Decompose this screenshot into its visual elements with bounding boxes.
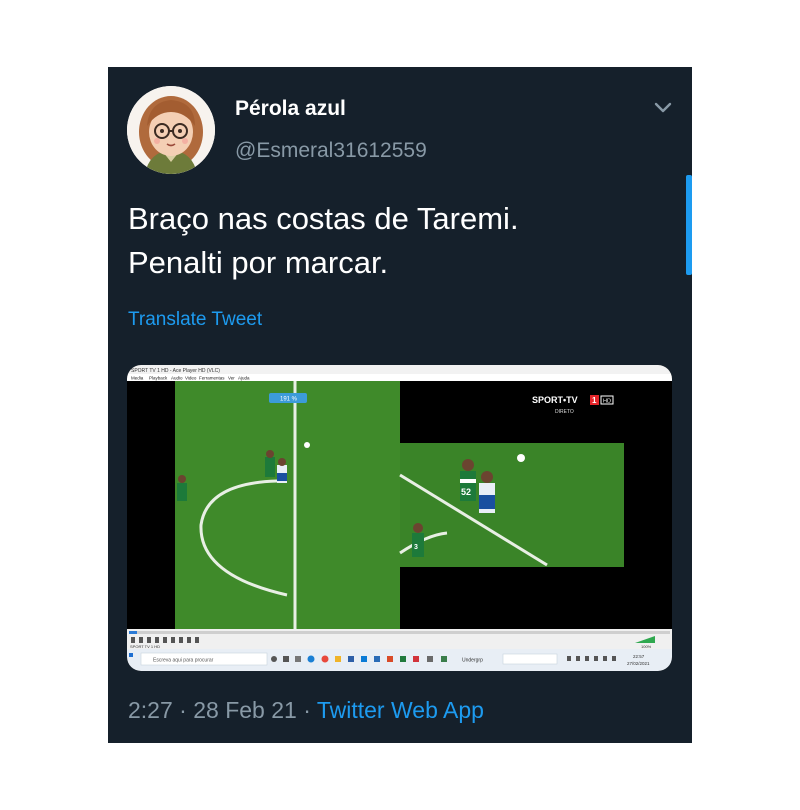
timestamp-separator: · [303, 697, 311, 723]
avatar-illustration [127, 86, 215, 174]
pitch-replay [400, 443, 624, 567]
tweet-timestamp: 2:27 · 28 Feb 21 · Twitter Web App [128, 697, 484, 724]
jersey-number-small: 3 [414, 544, 418, 551]
menu-item-audio: Audio [171, 376, 183, 381]
tweet-text-line: Penalti por marcar. [128, 245, 389, 280]
windows-start-icon[interactable] [129, 653, 133, 657]
player-menu-bar[interactable]: Media Playback Audio Video Ferramentas V… [131, 376, 250, 381]
tweet-time[interactable]: 2:27 [128, 697, 173, 723]
control-buttons[interactable] [131, 637, 199, 643]
chevron-down-icon[interactable] [652, 100, 674, 116]
now-playing-label: Undergrp [462, 658, 483, 664]
zoom-badge-text: 191 % [280, 397, 298, 403]
volume-value: 100% [641, 644, 652, 649]
avatar[interactable] [127, 86, 215, 174]
user-handle[interactable]: @Esmeral31612559 [235, 139, 427, 163]
media-screenshot: SPORT TV 1 HD - Ace Player HD (VLC) Medi… [127, 365, 672, 671]
tweet-card: Pérola azul @Esmeral31612559 Braço nas c… [108, 67, 692, 743]
tweet-media-image[interactable]: SPORT TV 1 HD - Ace Player HD (VLC) Medi… [127, 365, 672, 671]
tweet-text: Braço nas costas de Taremi. Penalti por … [128, 197, 668, 285]
menu-item-media: Media [131, 376, 144, 381]
tweet-text-line: Braço nas costas de Taremi. [128, 201, 519, 236]
tweet-date[interactable]: 28 Feb 21 [193, 697, 297, 723]
broadcaster-number: 1 [592, 396, 597, 405]
display-name[interactable]: Pérola azul [235, 97, 346, 121]
timestamp-separator: · [179, 697, 187, 723]
playlist-label: SPORT TV 1 HD [130, 644, 160, 649]
player-title: SPORT TV 1 HD - Ace Player HD (VLC) [131, 368, 220, 374]
translate-tweet-link[interactable]: Translate Tweet [128, 309, 262, 331]
broadcaster-hd: HD [603, 399, 611, 405]
jersey-number: 52 [461, 487, 471, 497]
scrollbar-thumb[interactable] [686, 175, 692, 275]
seek-bar[interactable] [129, 631, 670, 634]
taskbar-address-input[interactable] [502, 653, 558, 665]
menu-item-playback: Playback [149, 376, 168, 381]
menu-item-video: Video [185, 376, 197, 381]
menu-item-ver: Ver [228, 376, 235, 381]
taskbar-search-placeholder: Escreva aqui para procurar [153, 658, 214, 664]
taskbar-date: 27/02/2021 [627, 661, 650, 666]
broadcaster-logo: SPORT•TV [532, 395, 578, 405]
via-app-link[interactable]: Twitter Web App [317, 697, 484, 723]
menu-item-ferramentas: Ferramentas [199, 376, 225, 381]
taskbar-time: 22:57 [633, 654, 645, 659]
menu-item-ajuda: Ajuda [238, 376, 250, 381]
broadcast-status: DIRETO [555, 409, 574, 415]
